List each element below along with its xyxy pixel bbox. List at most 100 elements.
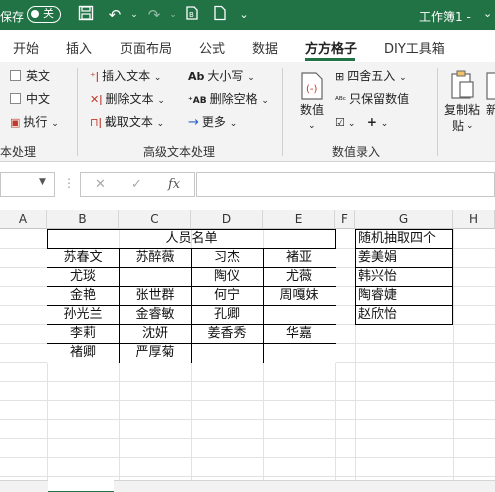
- new-label: 新: [486, 103, 495, 117]
- formula-input[interactable]: [196, 172, 495, 197]
- roster-cell[interactable]: 沈妍: [119, 324, 191, 343]
- spreadsheet-grid[interactable]: A B C D E F G H 人员名单 苏春文 苏醉薇 习杰 褚亚 尤琰 陶仪…: [0, 210, 495, 480]
- roster-cell[interactable]: 李莉: [47, 324, 119, 343]
- random-pick-name[interactable]: 姜美娟: [358, 248, 453, 267]
- round-label: 四舍五入: [347, 69, 396, 83]
- case-label: 大小写: [207, 69, 244, 83]
- sheet-tab-bar: [0, 480, 495, 492]
- name-box[interactable]: ▼: [0, 172, 55, 197]
- entry-tools-button[interactable]: ☑ ⌄ + ⌄: [335, 114, 388, 132]
- sheet-tab-active[interactable]: [48, 480, 114, 492]
- title-dropdown-icon[interactable]: ⌄: [483, 7, 492, 20]
- numeric-button[interactable]: (-) 数值 ⌄: [297, 68, 327, 133]
- undo-icon[interactable]: ↶: [105, 5, 125, 25]
- tab-home[interactable]: 开始: [13, 38, 39, 57]
- column-header-d[interactable]: D: [191, 210, 263, 229]
- delete-text-button[interactable]: ✕ǀ 删除文本 ⌄: [90, 91, 165, 109]
- chevron-down-icon: ⌄: [229, 119, 238, 129]
- roster-cell[interactable]: 苏春文: [47, 248, 119, 267]
- roster-cell[interactable]: 华嘉: [263, 324, 335, 343]
- roster-title[interactable]: 人员名单: [47, 229, 336, 248]
- format-painter-icon[interactable]: B: [182, 5, 202, 25]
- customize-toolbar-icon[interactable]: ⌄: [234, 5, 254, 25]
- roster-cell[interactable]: 苏醉薇: [119, 248, 191, 267]
- roster-cell[interactable]: 尤琰: [47, 267, 119, 286]
- new-icon: [486, 72, 495, 100]
- tab-data[interactable]: 数据: [252, 38, 278, 57]
- new-button[interactable]: 新: [486, 68, 495, 138]
- random-pick-header[interactable]: 随机抽取四个: [358, 229, 453, 248]
- tab-page-layout[interactable]: 页面布局: [120, 38, 172, 57]
- chevron-down-icon[interactable]: ▼: [39, 177, 46, 187]
- autosave-toggle[interactable]: 关: [27, 6, 61, 23]
- gridline: [0, 438, 495, 439]
- roster-cell[interactable]: 陶仪: [191, 267, 263, 286]
- checkbox-box: [10, 93, 21, 104]
- insert-function-icon[interactable]: fx: [168, 177, 180, 192]
- roster-cell[interactable]: 褚亚: [263, 248, 335, 267]
- roster-cell[interactable]: 褚卿: [47, 343, 119, 362]
- column-header-c[interactable]: C: [119, 210, 191, 229]
- tab-formulas[interactable]: 公式: [199, 38, 225, 57]
- round-button[interactable]: ⊞ 四舍五入 ⌄: [335, 68, 407, 86]
- new-document-icon[interactable]: [210, 5, 230, 25]
- column-header-h[interactable]: H: [453, 210, 495, 229]
- english-checkbox[interactable]: 英文: [10, 68, 50, 84]
- roster-cell[interactable]: 金艳: [47, 286, 119, 305]
- roster-cell[interactable]: [263, 343, 335, 362]
- roster-cell[interactable]: 姜香秀: [191, 324, 263, 343]
- roster-cell[interactable]: 张世群: [119, 286, 191, 305]
- extract-text-icon: ⊓ǀ: [90, 116, 102, 129]
- tab-diy-toolbox[interactable]: DIY工具箱: [384, 38, 445, 57]
- arrow-right-icon: →: [188, 115, 199, 130]
- more-button[interactable]: → 更多 ⌄: [188, 114, 237, 132]
- title-bar: 保存 关 ↶ ⌄ ↷ ⌄ B ⌄ 工作簿1 - ⌄: [0, 0, 495, 30]
- roster-cell[interactable]: 何宁: [191, 286, 263, 305]
- random-pick-name[interactable]: 韩兴怡: [358, 267, 453, 286]
- random-pick-name[interactable]: 陶睿婕: [358, 286, 453, 305]
- save-icon[interactable]: [76, 5, 96, 25]
- column-header-e[interactable]: E: [263, 210, 335, 229]
- insert-text-button[interactable]: ⁺ǀ 插入文本 ⌄: [90, 68, 161, 86]
- column-header-a[interactable]: A: [0, 210, 47, 229]
- roster-cell[interactable]: [119, 267, 191, 286]
- roster-cell[interactable]: 金睿敏: [119, 305, 191, 324]
- column-header-g[interactable]: G: [355, 210, 453, 229]
- redo-dropdown-icon[interactable]: ⌄: [163, 5, 183, 25]
- advanced-text-group-label: 高级文本处理: [143, 145, 216, 159]
- roster-cell[interactable]: 周嘎妹: [263, 286, 335, 305]
- round-icon: ⊞: [335, 70, 345, 83]
- group-divider: [77, 68, 78, 156]
- roster-cell[interactable]: 孔卿: [191, 305, 263, 324]
- copy-paste-button[interactable]: 复制粘 贴 ⌄: [444, 68, 484, 138]
- roster-cell[interactable]: 习杰: [191, 248, 263, 267]
- checkbox-box: [10, 70, 21, 81]
- cancel-icon[interactable]: ✕: [95, 177, 106, 192]
- redo-icon[interactable]: ↷: [144, 5, 164, 25]
- chevron-down-icon: ⌄: [347, 119, 356, 129]
- column-header-b[interactable]: B: [47, 210, 119, 229]
- execute-button[interactable]: ▣ 执行 ⌄: [10, 114, 59, 132]
- delete-text-icon: ✕ǀ: [90, 93, 103, 106]
- confirm-icon[interactable]: ✓: [131, 177, 142, 192]
- keep-numeric-button[interactable]: ᴬᴮᶜ 只保留数值: [335, 91, 409, 109]
- column-header-f[interactable]: F: [335, 210, 355, 229]
- roster-cell[interactable]: [263, 305, 335, 324]
- delete-spaces-button[interactable]: ⁺AB 删除空格 ⌄: [188, 91, 269, 109]
- case-button[interactable]: Ab 大小写 ⌄: [188, 68, 255, 86]
- insert-text-icon: ⁺ǀ: [90, 70, 100, 83]
- roster-cell[interactable]: 尤薇: [263, 267, 335, 286]
- random-pick-name[interactable]: 赵欣怡: [358, 305, 453, 324]
- chinese-checkbox[interactable]: 中文: [10, 91, 50, 107]
- drag-handle-icon[interactable]: ⋮: [63, 176, 75, 190]
- roster-cell[interactable]: 严厚菊: [119, 343, 191, 362]
- tab-fangfang[interactable]: 方方格子: [305, 38, 357, 57]
- tab-insert[interactable]: 插入: [66, 38, 92, 57]
- undo-dropdown-icon[interactable]: ⌄: [124, 5, 144, 25]
- group-divider: [437, 68, 438, 156]
- roster-cell[interactable]: [191, 343, 263, 362]
- plus-icon[interactable]: +: [367, 115, 377, 129]
- extract-text-button[interactable]: ⊓ǀ 截取文本 ⌄: [90, 114, 164, 132]
- roster-cell[interactable]: 孙光兰: [47, 305, 119, 324]
- insert-text-label: 插入文本: [102, 69, 151, 83]
